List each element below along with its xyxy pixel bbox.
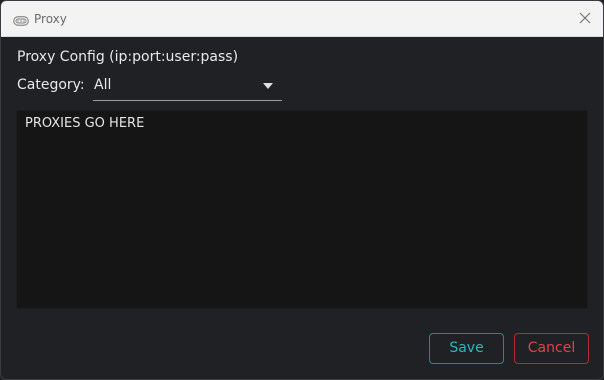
title-bar: Proxy: [1, 1, 603, 37]
chevron-down-icon: [263, 83, 273, 89]
save-button[interactable]: Save: [429, 333, 504, 364]
proxy-icon: [13, 12, 29, 26]
proxy-dialog: Proxy Proxy Config (ip:port:user:pass) C…: [0, 0, 604, 380]
category-label: Category:: [17, 77, 85, 93]
category-selected-value: All: [94, 77, 112, 93]
proxies-textarea[interactable]: PROXIES GO HERE: [16, 110, 588, 309]
cancel-button[interactable]: Cancel: [514, 333, 589, 364]
window-title: Proxy: [34, 12, 67, 26]
proxy-config-label: Proxy Config (ip:port:user:pass): [17, 49, 239, 65]
category-dropdown[interactable]: All: [93, 73, 282, 101]
close-icon[interactable]: [577, 10, 593, 26]
